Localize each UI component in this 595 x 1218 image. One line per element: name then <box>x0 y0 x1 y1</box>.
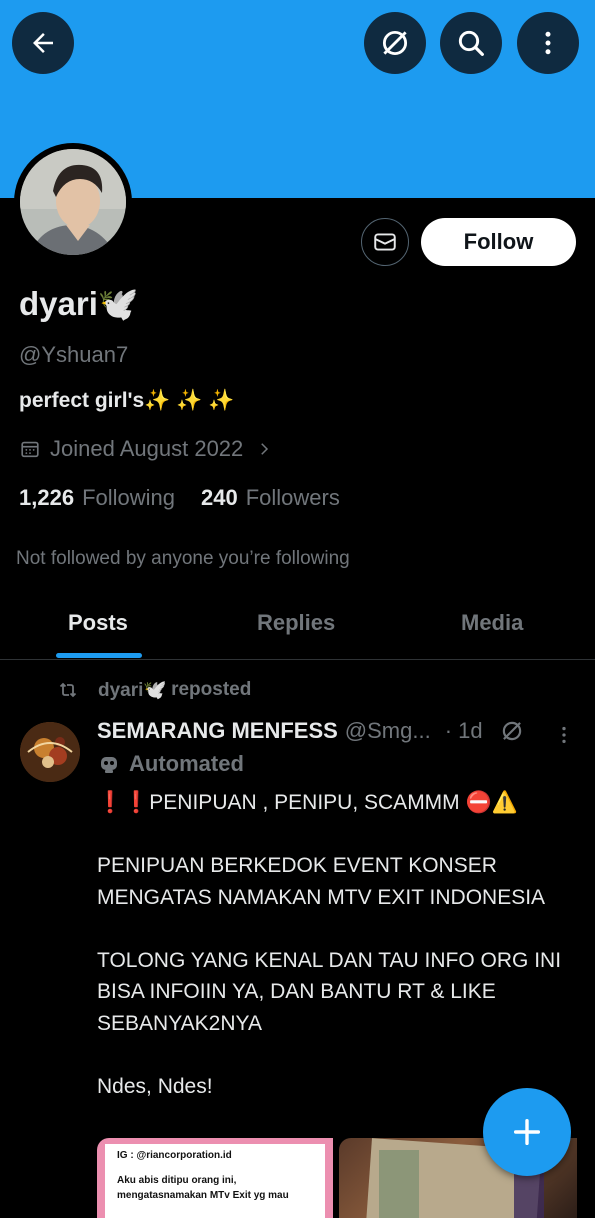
post-media-1[interactable]: IG : @riancorporation.id Aku abis ditipu… <box>97 1138 333 1218</box>
followers-label: Followers <box>245 485 340 510</box>
following-label: Following <box>82 485 175 510</box>
arrow-left-icon <box>33 33 53 53</box>
compose-post-button[interactable] <box>483 1088 571 1176</box>
tab-media[interactable]: Media <box>461 610 523 636</box>
post-text[interactable]: ❗❗PENIPUAN , PENIPU, SCAMMM ⛔⚠️ PENIPUAN… <box>97 787 577 1134</box>
media-1-line2: Aku abis ditipu orang ini, <box>117 1175 237 1186</box>
profile-bio: perfect girl's✨ ✨ ✨ <box>19 389 235 412</box>
post-line: ❗❗PENIPUAN , PENIPU, SCAMMM ⛔⚠️ <box>97 791 518 814</box>
repost-by: dyari🕊️ <box>98 680 168 701</box>
profile-avatar[interactable] <box>14 143 132 261</box>
media-1-line1: IG : @riancorporation.id <box>117 1150 232 1161</box>
message-button[interactable] <box>361 218 409 266</box>
profile-name: dyari🕊️ <box>19 285 139 322</box>
tab-posts[interactable]: Posts <box>68 610 128 636</box>
joined-date-row[interactable]: Joined August 2022 <box>19 436 273 462</box>
automated-label-row: Automated <box>97 751 244 777</box>
repost-indicator: dyari🕊️ reposted <box>56 678 251 702</box>
post-line: TOLONG YANG KENAL DAN TAU INFO ORG INI B… <box>97 948 562 1035</box>
following-stat[interactable]: 1,226 Following <box>19 485 175 511</box>
slash-circle-icon <box>382 30 408 56</box>
repost-label: reposted <box>171 679 252 700</box>
media-1-line3: mengatasnamakan MTv Exit yg mau <box>117 1190 289 1201</box>
followers-count: 240 <box>201 485 238 510</box>
search-icon <box>458 30 484 56</box>
follow-stats: 1,226 Following 240 Followers <box>19 485 340 511</box>
vertical-dots-icon <box>545 31 551 55</box>
following-count: 1,226 <box>19 485 75 510</box>
profile-handle: @Yshuan7 <box>19 342 129 367</box>
not-followed-note: Not followed by anyone you’re following <box>16 548 350 569</box>
chevron-right-icon <box>261 443 269 455</box>
follow-button[interactable]: Follow <box>421 218 576 266</box>
post-time[interactable]: · 1d <box>445 718 483 744</box>
plus-icon <box>513 1118 541 1146</box>
more-button[interactable] <box>517 12 579 74</box>
avatar-photo <box>20 149 126 255</box>
joined-label: Joined August 2022 <box>50 436 244 461</box>
post-header: SEMARANG MENFESS @Smg... · 1d <box>97 718 525 744</box>
tab-replies[interactable]: Replies <box>257 610 335 636</box>
envelope-icon <box>374 233 396 251</box>
repost-icon <box>59 682 77 698</box>
followers-stat[interactable]: 240 Followers <box>201 485 340 511</box>
tabs-divider <box>0 659 595 660</box>
post-author-name[interactable]: SEMARANG MENFESS <box>97 718 338 744</box>
slash-circle-icon[interactable] <box>499 718 525 744</box>
post-more-icon[interactable] <box>553 724 575 746</box>
search-button[interactable] <box>440 12 502 74</box>
automated-label: Automated <box>129 751 244 776</box>
post-line: PENIPUAN BERKEDOK EVENT KONSER MENGATAS … <box>97 854 546 909</box>
post-author-handle[interactable]: @Smg... <box>345 718 431 744</box>
media-1-content: IG : @riancorporation.id Aku abis ditipu… <box>105 1144 325 1218</box>
translate-button[interactable] <box>364 12 426 74</box>
back-button[interactable] <box>12 12 74 74</box>
calendar-icon <box>21 441 39 458</box>
post-author-avatar[interactable] <box>20 722 80 782</box>
active-tab-indicator <box>56 653 142 658</box>
robot-icon <box>101 757 117 773</box>
